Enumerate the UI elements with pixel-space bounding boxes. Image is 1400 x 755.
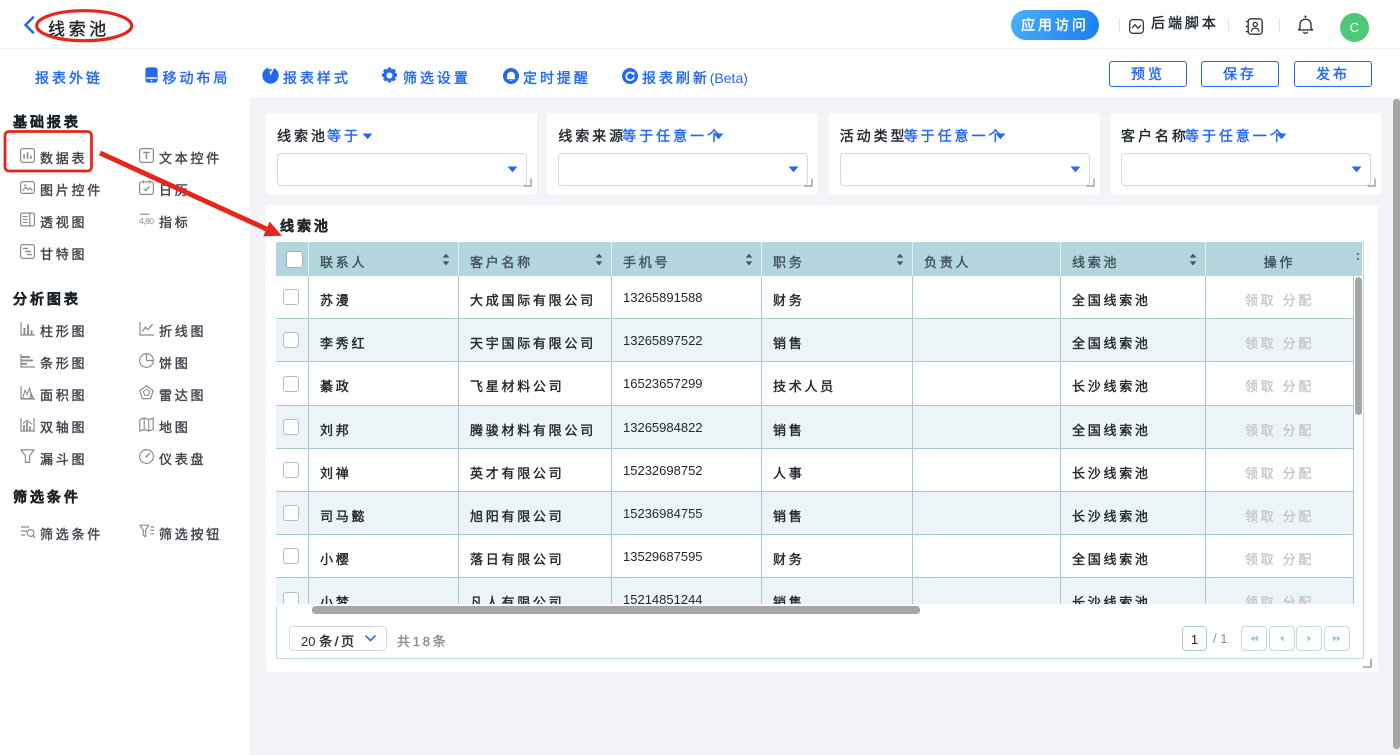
svg-text:4,80: 4,80 [139,216,154,226]
